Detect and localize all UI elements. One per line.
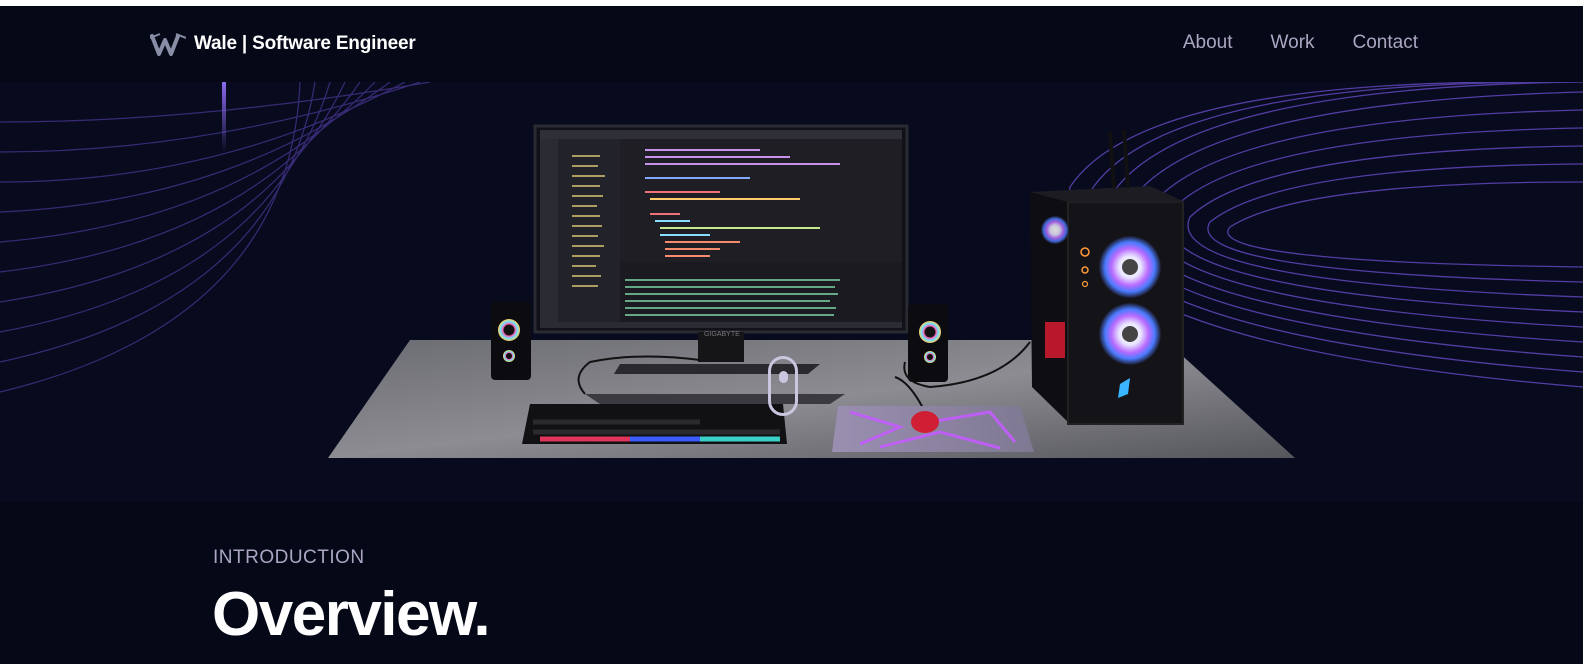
nav-links: About Work Contact <box>1183 32 1418 54</box>
hero-3d-scene[interactable]: GIGABYTE <box>0 82 1583 502</box>
nav-link-about[interactable]: About <box>1183 32 1233 54</box>
nav-link-contact[interactable]: Contact <box>1353 32 1418 54</box>
scroll-dot <box>779 371 788 383</box>
nav-link-work[interactable]: Work <box>1271 32 1315 54</box>
desk-scene-illustration: GIGABYTE <box>0 82 1583 458</box>
hero-accent-line <box>222 82 226 152</box>
section-title: Overview. <box>212 580 491 649</box>
brand-link[interactable]: Wale | Software Engineer <box>150 28 416 60</box>
monitor-brand-label: GIGABYTE <box>704 331 740 338</box>
brand-name: Wale | Software Engineer <box>194 33 416 54</box>
w-logo-icon <box>150 33 186 56</box>
navbar: Wale | Software Engineer About Work Cont… <box>0 6 1583 82</box>
left-wave-lines <box>0 82 431 393</box>
left-speaker <box>491 302 531 380</box>
gaming-mouse <box>911 411 939 433</box>
right-speaker <box>908 304 948 382</box>
section-subtitle: INTRODUCTION <box>213 547 365 568</box>
mouse-scroll-icon[interactable] <box>768 356 798 416</box>
